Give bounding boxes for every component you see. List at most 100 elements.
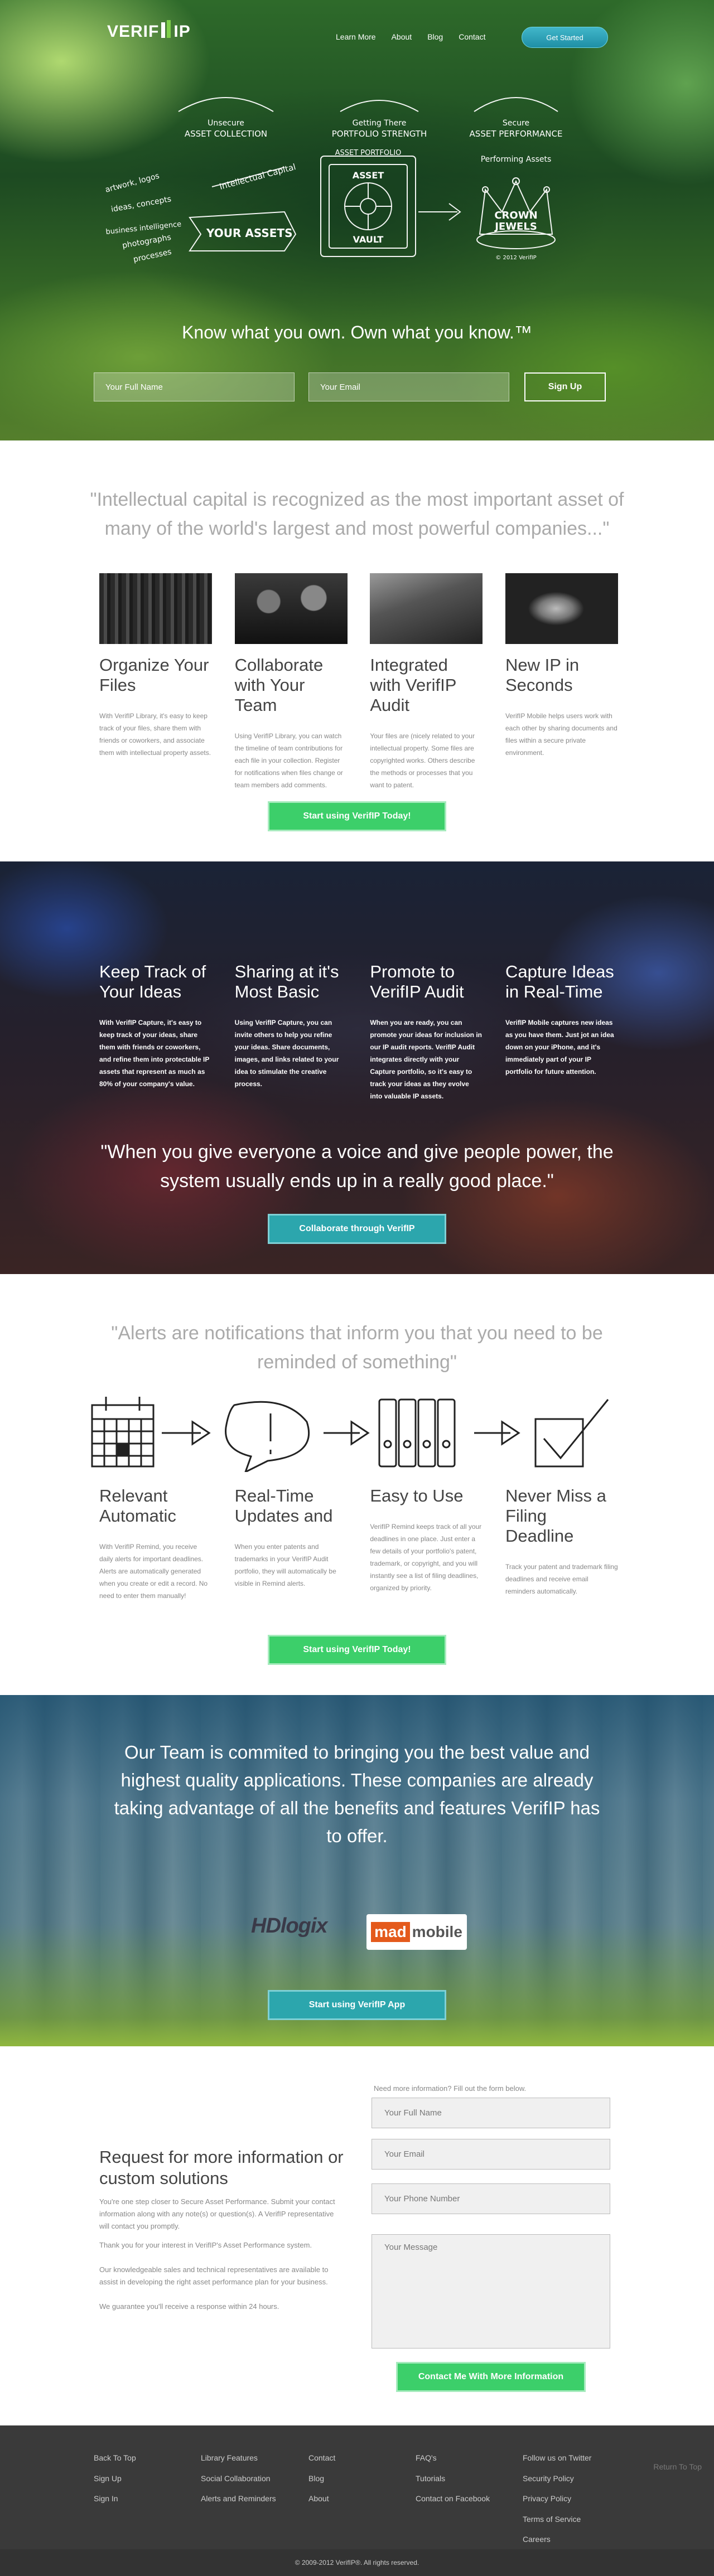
feature-title: Organize Your Files (99, 655, 209, 695)
alert-item: Easy to Use VerifIP Remind keeps track o… (370, 1486, 483, 1602)
return-to-top-link[interactable]: Return To Top (653, 2462, 702, 2471)
logo-text-right: IP (173, 22, 191, 41)
label-unsecure: Unsecure (208, 119, 244, 128)
capture-title: Sharing at it's Most Basic (234, 962, 339, 1001)
footer-column-1: Back To Top Sign Up Sign In (94, 2448, 136, 2509)
label-getting-there: Getting There (353, 119, 407, 128)
alerts-quote: "Alerts are notifications that inform yo… (111, 1323, 603, 1373)
feature-image-phone (505, 573, 618, 644)
alerts-grid: Relevant Automatic With VerifIP Remind, … (99, 1486, 618, 1602)
features-grid: Organize Your Files With VerifIP Library… (99, 573, 618, 791)
calendar-icon (91, 1404, 155, 1468)
nav-blog[interactable]: Blog (427, 32, 443, 41)
feature-title: Collaborate with Your Team (234, 655, 324, 715)
start-using-button[interactable]: Start using VerifIP Today! (268, 801, 446, 831)
footer-link-careers[interactable]: Careers (523, 2529, 591, 2550)
alert-item: Relevant Automatic With VerifIP Remind, … (99, 1486, 212, 1602)
contact-paragraph: Thank you for your interest in VerifIP's… (99, 2241, 312, 2249)
footer-link-sign-in[interactable]: Sign In (94, 2488, 136, 2509)
footer-link-tutorials[interactable]: Tutorials (416, 2468, 490, 2489)
team-section: Our Team is commited to bringing you the… (0, 1695, 714, 2046)
features-section: "Intellectual capital is recognized as t… (0, 440, 714, 861)
nav-contact[interactable]: Contact (459, 32, 485, 41)
alert-text: When you enter patents and trademarks in… (234, 1543, 336, 1587)
label-jewels: JEWELS (494, 221, 537, 233)
binder-icon (378, 1398, 397, 1468)
label-illustration-copyright: © 2012 VerifIP (495, 255, 536, 261)
logo-bars-icon (161, 20, 171, 38)
alert-text: With VerifIP Remind, you receive daily a… (99, 1543, 208, 1600)
capture-quote: "When you give everyone a voice and give… (100, 1141, 614, 1192)
footer-link-facebook[interactable]: Contact on Facebook (416, 2488, 490, 2509)
footer-link-about[interactable]: About (308, 2488, 335, 2509)
hero-email-input[interactable] (308, 372, 509, 401)
feature-title: Integrated with VerifIP Audit (370, 655, 456, 715)
footer-column-3: Contact Blog About (308, 2448, 335, 2509)
label-left-item-5: processes (133, 248, 173, 264)
footer-link-terms[interactable]: Terms of Service (523, 2509, 591, 2530)
footer-link-blog[interactable]: Blog (308, 2468, 335, 2489)
contact-submit-button[interactable]: Contact Me With More Information (396, 2362, 586, 2392)
madmobile-logo: mad mobile (366, 1914, 467, 1950)
contact-phone-field[interactable] (372, 2183, 610, 2214)
verifip-logo[interactable]: VERIF IP (107, 20, 191, 41)
capture-item: Capture Ideas in Real-Time VerifIP Mobil… (505, 951, 618, 1102)
alert-item: Real-Time Updates and When you enter pat… (235, 1486, 348, 1602)
capture-item: Sharing at it's Most Basic Using VerifIP… (235, 951, 348, 1102)
footer-link-faq[interactable]: FAQ's (416, 2448, 490, 2468)
capture-title: Keep Track of Your Ideas (99, 962, 206, 1001)
label-portfolio-strength: PORTFOLIO STRENGTH (332, 129, 427, 139)
nav-learn-more[interactable]: Learn More (336, 32, 376, 41)
contact-name-field[interactable] (372, 2098, 610, 2128)
capture-grid: Keep Track of Your Ideas With VerifIP Ca… (99, 951, 618, 1102)
start-using-button[interactable]: Start using VerifIP Today! (268, 1635, 446, 1665)
madmobile-logo-mobile: mobile (412, 1923, 462, 1940)
get-started-button[interactable]: Get Started (522, 27, 608, 48)
copyright: © 2009-2012 VerifIP®. All rights reserve… (0, 2549, 714, 2576)
label-crown: CROWN (494, 210, 537, 221)
footer-link-twitter[interactable]: Follow us on Twitter (523, 2448, 591, 2468)
hero-tagline: Know what you own. Own what you know.™ (182, 322, 532, 342)
alert-item: Never Miss a Filing Deadline Track your … (505, 1486, 618, 1602)
label-left-item-4: photographs (122, 233, 172, 250)
capture-title: Promote to VerifIP Audit (370, 962, 464, 1001)
hdlogix-logo: HDlogix (251, 1914, 328, 1938)
nav-about[interactable]: About (392, 32, 412, 41)
main-nav: Learn More About Blog Contact (336, 32, 501, 41)
footer-link-contact[interactable]: Contact (308, 2448, 335, 2468)
collaborate-button[interactable]: Collaborate through VerifIP (268, 1214, 446, 1244)
footer-link-privacy[interactable]: Privacy Policy (523, 2488, 591, 2509)
feature-mobile: New IP in Seconds VerifIP Mobile helps u… (505, 573, 618, 791)
start-using-app-button[interactable]: Start using VerifIP App (268, 1990, 446, 2020)
logo-text-left: VERIF (107, 22, 160, 41)
footer-link-alerts[interactable]: Alerts and Reminders (201, 2488, 276, 2509)
label-secure: Secure (503, 119, 529, 128)
checkbox-icon (534, 1418, 584, 1468)
hero-name-input[interactable] (94, 372, 295, 401)
feature-text: Your files are (nicely related to your i… (370, 732, 475, 789)
alert-text: Track your patent and trademark filing d… (505, 1563, 618, 1595)
feature-title: New IP in Seconds (505, 655, 580, 695)
footer-link-security[interactable]: Security Policy (523, 2468, 591, 2489)
footer-link-back-to-top[interactable]: Back To Top (94, 2448, 136, 2468)
footer-link-library[interactable]: Library Features (201, 2448, 276, 2468)
alert-title: Relevant Automatic (99, 1486, 176, 1526)
alert-title: Real-Time Updates and (234, 1486, 333, 1526)
alerts-section: "Alerts are notifications that inform yo… (0, 1274, 714, 1695)
contact-message-field[interactable] (372, 2234, 610, 2349)
contact-email-field[interactable] (372, 2139, 610, 2170)
sign-up-button[interactable]: Sign Up (524, 372, 606, 401)
label-performing-assets: Performing Assets (481, 155, 552, 164)
alerts-illustration (91, 1397, 609, 1472)
footer-link-sign-up[interactable]: Sign Up (94, 2468, 136, 2489)
label-vault-bottom: VAULT (353, 234, 384, 245)
label-vault-top: ASSET (353, 170, 384, 181)
capture-text: When you are ready, you can promote your… (370, 1019, 483, 1100)
capture-section: Keep Track of Your Ideas With VerifIP Ca… (0, 861, 714, 1274)
footer-link-social[interactable]: Social Collaboration (201, 2468, 276, 2489)
footer-column-4: FAQ's Tutorials Contact on Facebook (416, 2448, 490, 2509)
capture-title: Capture Ideas in Real-Time (505, 962, 614, 1001)
site-footer: Back To Top Sign Up Sign In Library Feat… (0, 2425, 714, 2576)
feature-image-team (234, 573, 348, 644)
label-your-assets: YOUR ASSETS (206, 226, 292, 240)
